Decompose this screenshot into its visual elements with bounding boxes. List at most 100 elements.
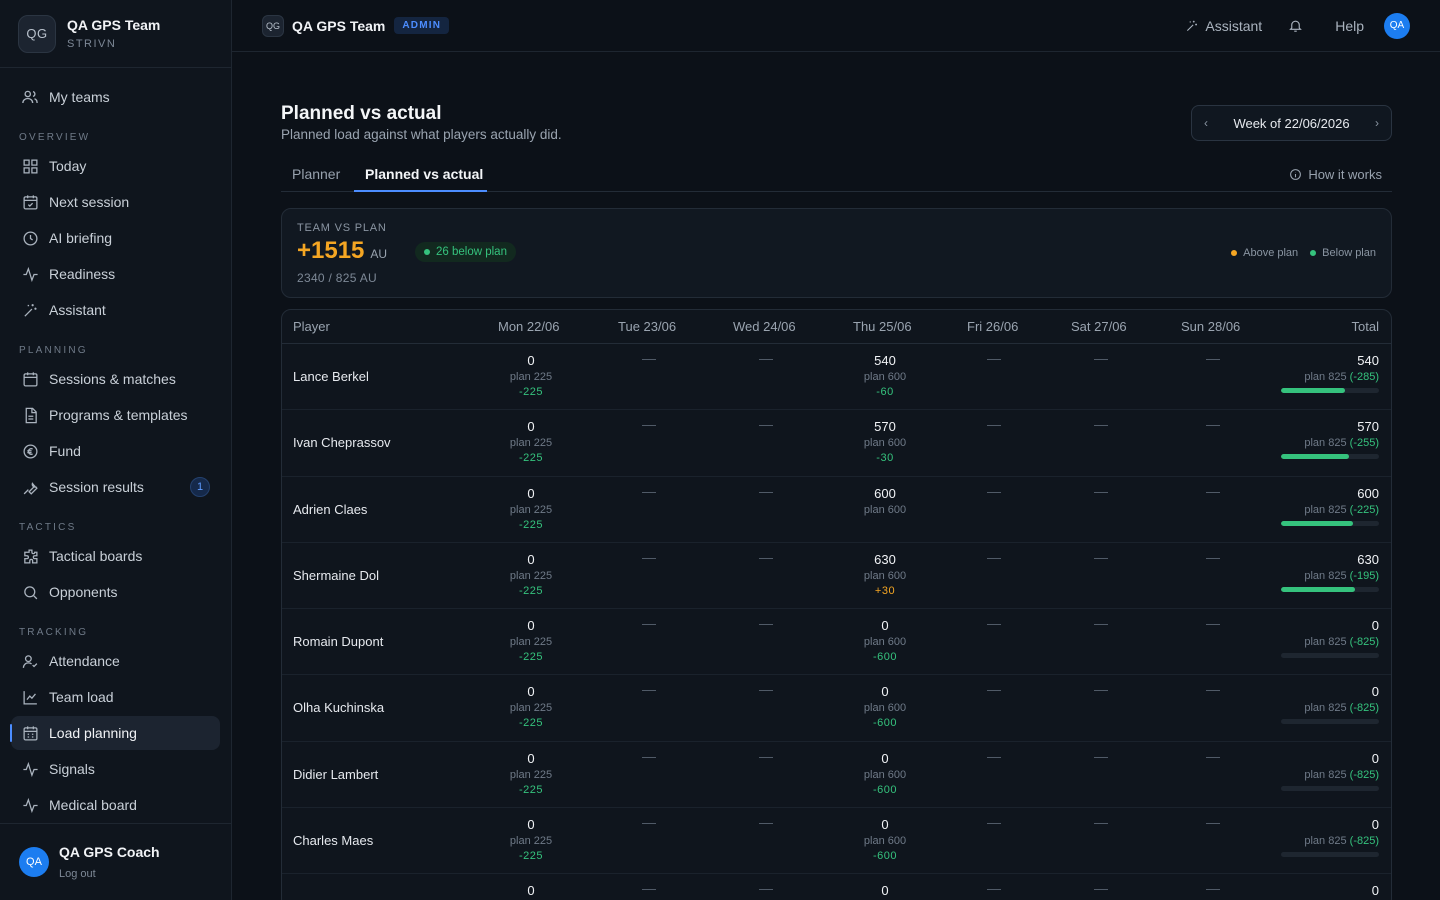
empty-cell-sat: —: [1094, 615, 1108, 632]
logout-link[interactable]: Log out: [59, 868, 160, 880]
total-delta: (-225): [1349, 503, 1379, 516]
summary-detail: 2340 / 825 AU: [297, 271, 377, 285]
sidebar-item-attendance[interactable]: Attendance: [11, 644, 220, 678]
table-row[interactable]: Adrien Claes 0 plan 225 -225 — — — — — 600 plan 60…: [282, 477, 1391, 543]
cell-thu: 0 plan 600 -600: [830, 684, 940, 729]
role-badge: ADMIN: [394, 17, 450, 34]
table-row[interactable]: Charles Maes 0 plan 225 -225 — — — — — 0 plan 600 -…: [282, 808, 1391, 875]
sidebar-item-team-load[interactable]: Team load: [11, 680, 220, 714]
table-row[interactable]: Lance Berkel 0 plan 225 -225 — — — — — 540 plan 60…: [282, 344, 1391, 411]
total-value: 0: [1371, 817, 1379, 833]
how-it-works-link[interactable]: How it works: [1289, 167, 1382, 182]
sidebar: QG QA GPS Team STRIVN My teams OVERVIEW …: [0, 0, 232, 900]
week-label[interactable]: Week of 22/06/2026: [1233, 116, 1349, 131]
summary-value: +1515: [297, 237, 365, 264]
total-delta: (-255): [1349, 437, 1379, 450]
chevron-right-icon[interactable]: ›: [1375, 116, 1379, 130]
notifications-button[interactable]: [1288, 18, 1309, 33]
cell-mon: 0 plan 225 -225: [476, 618, 586, 663]
actual-value: 0: [527, 750, 535, 766]
team-switcher[interactable]: QG QA GPS Team STRIVN: [0, 0, 231, 68]
delta-value: -30: [876, 452, 894, 465]
sidebar-item-fund[interactable]: Fund: [11, 434, 220, 468]
cell-mon: 0 plan 225 -225: [476, 817, 586, 862]
actual-value: 0: [881, 618, 889, 634]
sidebar-item-load-planning[interactable]: Load planning: [10, 716, 220, 750]
sidebar-item-readiness[interactable]: Readiness: [11, 257, 220, 291]
plan-value: plan 600: [863, 437, 907, 450]
cell-thu: 600 plan 600: [830, 486, 940, 519]
total-plan: plan 825: [1304, 569, 1347, 582]
empty-cell-sat: —: [1094, 880, 1108, 897]
sidebar-item-medical-board[interactable]: Medical board: [11, 788, 220, 822]
total-value: 0: [1371, 883, 1379, 899]
sidebar-item-assistant[interactable]: Assistant: [11, 293, 220, 327]
help-link[interactable]: Help: [1335, 18, 1364, 34]
actual-value: 0: [527, 419, 535, 435]
sidebar-item-sessions-matches[interactable]: Sessions & matches: [11, 362, 220, 396]
progress-bar: [1281, 852, 1379, 858]
below-plan-text: 26 below plan: [436, 246, 507, 258]
legend-above: Above plan: [1231, 247, 1298, 259]
empty-cell-sun: —: [1206, 747, 1220, 764]
sidebar-item-today[interactable]: Today: [11, 149, 220, 183]
table-row[interactable]: 0 — — — — — 0 0: [282, 874, 1391, 900]
empty-cell-sat: —: [1094, 350, 1108, 366]
empty-cell-sun: —: [1206, 482, 1220, 499]
cell-thu: 0: [830, 883, 940, 900]
player-name: Ivan Cheprassov: [293, 435, 391, 451]
empty-cell-tue: —: [642, 681, 656, 698]
calendar-icon: [21, 370, 39, 388]
actual-value: 0: [527, 551, 535, 567]
cell-mon: 0 plan 225 -225: [476, 353, 586, 398]
table-row[interactable]: Shermaine Dol 0 plan 225 -225 — — — — — 630 plan 6…: [282, 543, 1391, 610]
sidebar-item-label: Today: [49, 158, 87, 174]
tab-planner[interactable]: Planner: [292, 166, 340, 182]
sidebar-item-tactical-boards[interactable]: Tactical boards: [11, 539, 220, 573]
sidebar-item-next-session[interactable]: Next session: [11, 185, 220, 219]
users-icon: [21, 88, 39, 106]
empty-cell-wed: —: [759, 681, 773, 698]
table-row[interactable]: Ivan Cheprassov 0 plan 225 -225 — — — — — 570 plan…: [282, 410, 1391, 477]
table-row[interactable]: Olha Kuchinska 0 plan 225 -225 — — — — — 0 plan 60…: [282, 675, 1391, 742]
tab-planned-vs-actual[interactable]: Planned vs actual: [365, 166, 483, 182]
nav-section-overview: OVERVIEW: [19, 132, 91, 143]
table-body: Lance Berkel 0 plan 225 -225 — — — — — 540 plan 60…: [282, 344, 1391, 900]
table-row[interactable]: Romain Dupont 0 plan 225 -225 — — — — — 0 plan 600…: [282, 609, 1391, 676]
sidebar-item-opponents[interactable]: Opponents: [11, 575, 220, 609]
empty-cell-sun: —: [1206, 880, 1220, 897]
user-check-icon: [21, 652, 39, 670]
chevron-left-icon[interactable]: ‹: [1204, 116, 1208, 130]
plan-value: plan 600: [863, 371, 907, 383]
col-mon: Mon 22/06: [498, 319, 560, 334]
empty-cell-wed: —: [759, 615, 773, 632]
empty-cell-tue: —: [642, 416, 656, 433]
empty-cell-sat: —: [1094, 416, 1108, 433]
delta-value: -225: [518, 717, 544, 730]
below-plan-chip: 26 below plan: [415, 242, 516, 262]
sidebar-item-session-results[interactable]: Session results 1: [11, 470, 220, 504]
sidebar-item-label: Attendance: [49, 653, 120, 669]
user-profile: QA QA GPS Coach Log out: [0, 823, 231, 900]
table-row[interactable]: Didier Lambert 0 plan 225 -225 — — — — — 0 plan 60…: [282, 742, 1391, 809]
cell-thu: 570 plan 600 -30: [830, 419, 940, 464]
sidebar-item-label: Medical board: [49, 797, 137, 813]
sidebar-item-signals[interactable]: Signals: [11, 752, 220, 786]
topbar-avatar[interactable]: QA: [1384, 12, 1410, 39]
wrench-icon: [21, 478, 39, 496]
sidebar-item-ai-briefing[interactable]: AI briefing: [11, 221, 220, 255]
progress-bar-fill: [1281, 454, 1349, 460]
delta-value: -225: [518, 850, 544, 863]
line-chart-icon: [21, 688, 39, 706]
col-fri: Fri 26/06: [967, 319, 1019, 334]
actual-value: 600: [874, 485, 896, 501]
assistant-button[interactable]: Assistant: [1185, 18, 1262, 34]
plan-value: plan 225: [509, 371, 553, 383]
player-name: Didier Lambert: [293, 766, 379, 782]
delta-value: -600: [872, 783, 898, 796]
sidebar-item-programs-templates[interactable]: Programs & templates: [11, 398, 220, 432]
total-delta: (-195): [1349, 569, 1379, 582]
summary-unit: AU: [370, 247, 388, 261]
cell-thu: 0 plan 600 -600: [830, 817, 940, 862]
sidebar-item-my-teams[interactable]: My teams: [11, 80, 220, 114]
